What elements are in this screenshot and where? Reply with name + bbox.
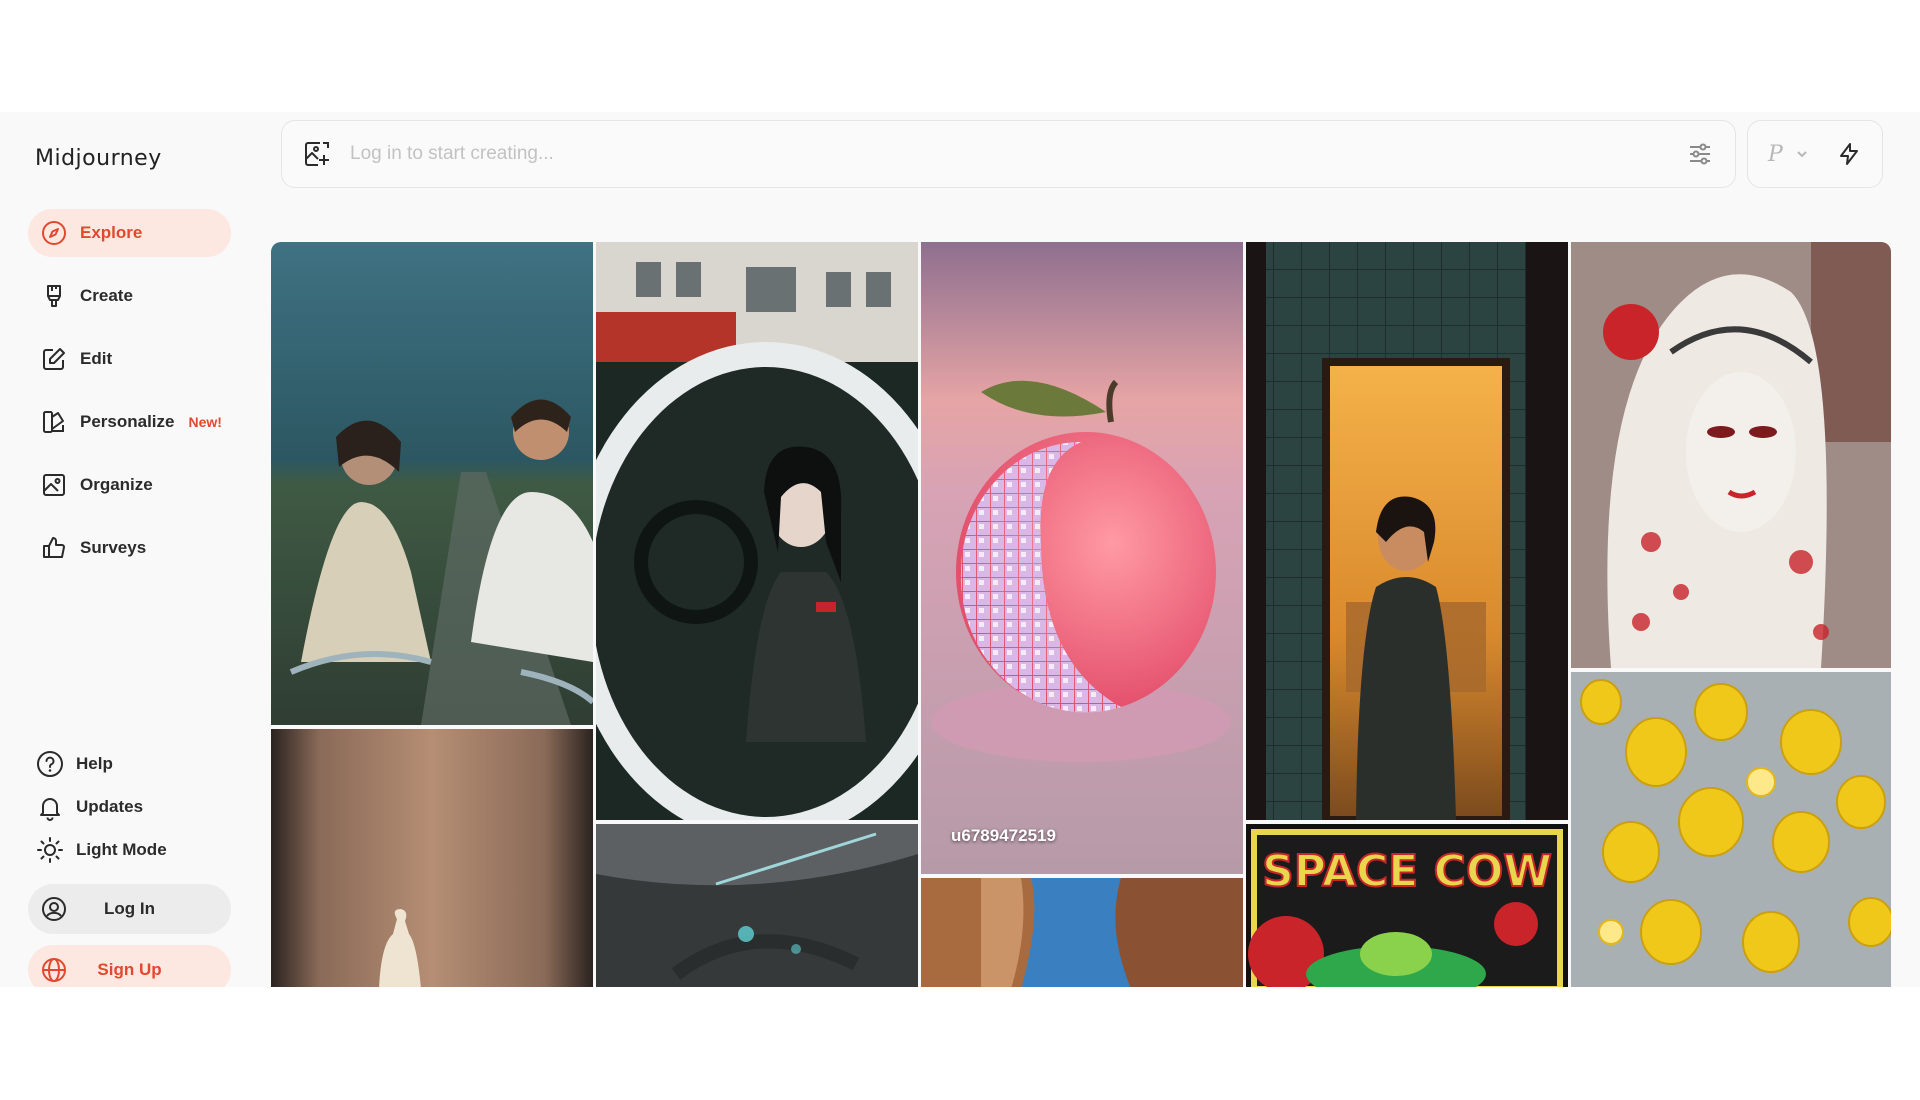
help-label: Help [76,754,113,773]
nav-organize-label: Organize [80,475,153,494]
nav-explore[interactable]: Explore [28,209,231,257]
pencil-square-icon [40,345,68,373]
login-button[interactable]: Log In [28,884,231,934]
palette-book-icon [40,408,68,436]
gallery-image-lemons[interactable] [1571,672,1891,987]
image-frame-icon [40,471,68,499]
mode-selector[interactable]: P [1747,120,1883,188]
gallery-image-spacecraft[interactable] [596,824,918,987]
nav-personalize[interactable]: Personalize New! [28,398,231,446]
thumbs-up-icon [40,534,68,562]
gallery-image-stage-figure[interactable] [271,729,593,987]
gallery-image-geisha[interactable] [1571,242,1891,668]
light-mode-label: Light Mode [76,840,167,859]
help-link[interactable]: Help [36,747,113,781]
signup-button[interactable]: Sign Up [28,945,231,987]
nav-surveys[interactable]: Surveys [28,524,231,572]
sliders-icon[interactable] [1685,139,1715,169]
gallery-image-car-portrait[interactable] [596,242,918,820]
image-add-icon[interactable] [302,139,332,169]
help-circle-icon [36,750,64,778]
updates-link[interactable]: Updates [36,790,143,824]
nav-create-label: Create [80,286,133,305]
user-circle-icon [40,895,68,923]
compass-icon [40,219,68,247]
gallery-image-cyclists[interactable] [271,242,593,725]
mode-label: P [1768,141,1783,167]
sidebar: Midjourney Explore Create Edit Personali… [0,112,260,987]
brush-icon [40,282,68,310]
app-window: Midjourney Explore Create Edit Personali… [0,112,1920,987]
light-mode-toggle[interactable]: Light Mode [36,833,167,867]
bell-icon [36,793,64,821]
updates-label: Updates [76,797,144,816]
prompt-bar [281,120,1736,188]
globe-icon [40,956,68,984]
explore-gallery: u6789472519 SPACE COW [271,242,1891,987]
nav-organize[interactable]: Organize [28,461,231,509]
nav-personalize-label: Personalize [80,412,175,431]
nav-surveys-label: Surveys [80,538,147,557]
nav-edit-label: Edit [80,349,113,368]
lightning-icon[interactable] [1836,141,1862,167]
nav-edit[interactable]: Edit [28,335,231,383]
image-author-caption: u6789472519 [951,826,1056,845]
gallery-image-doorway-woman[interactable] [1246,242,1568,820]
chevron-down-icon [1795,146,1811,162]
prompt-input[interactable] [350,143,1685,165]
sun-icon [36,836,64,864]
gallery-image-disco-peach[interactable]: u6789472519 [921,242,1243,874]
brand-logo[interactable]: Midjourney [35,146,162,171]
nav-explore-label: Explore [80,223,143,242]
poster-title: SPACE COW [1262,846,1552,897]
gallery-image-space-cow-poster[interactable]: SPACE COW [1246,824,1568,987]
gallery-image-canyon[interactable] [921,878,1243,987]
signup-label: Sign Up [97,960,162,979]
login-label: Log In [104,899,155,918]
new-badge: New! [188,414,222,430]
nav-create[interactable]: Create [28,272,231,320]
